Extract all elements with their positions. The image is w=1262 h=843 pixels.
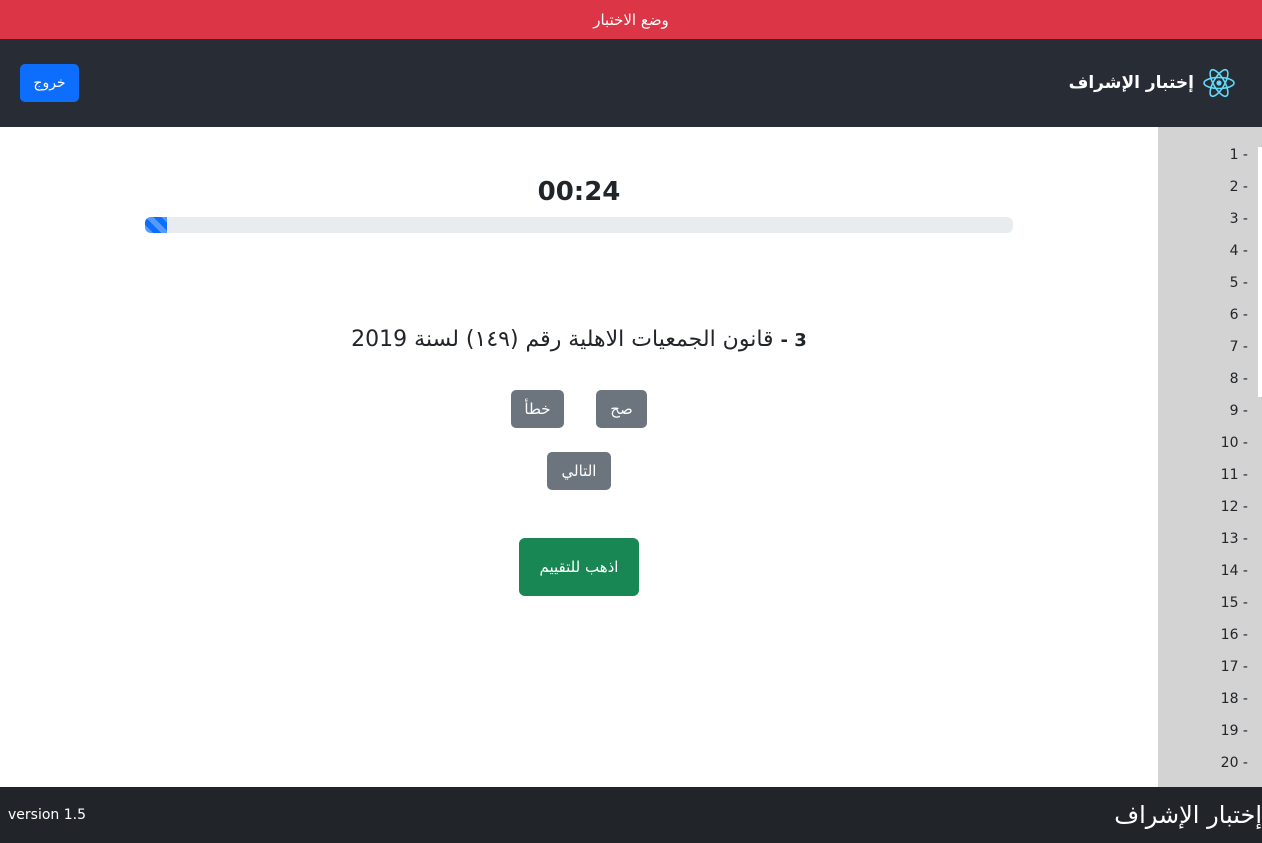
time-progress-bar xyxy=(145,217,1013,233)
sidebar-question-item[interactable]: 12 - xyxy=(1174,491,1254,523)
sidebar-question-item[interactable]: 19 - xyxy=(1174,715,1254,747)
logout-button[interactable]: خروج xyxy=(20,64,79,102)
version-label: version 1.5 xyxy=(8,807,86,823)
sidebar-question-item[interactable]: 16 - xyxy=(1174,619,1254,651)
sidebar-question-item[interactable]: 1 - xyxy=(1174,139,1254,171)
next-question-button[interactable]: التالي xyxy=(547,452,611,490)
sidebar-question-item[interactable]: 14 - xyxy=(1174,555,1254,587)
sidebar-question-item[interactable]: 18 - xyxy=(1174,683,1254,715)
brand-title: إختبار الإشراف xyxy=(1068,73,1194,93)
exam-mode-text: وضع الاختبار xyxy=(593,10,669,29)
quiz-main-area: 00:24 3 - قانون الجمعيات الاهلية رقم (١٤… xyxy=(0,127,1158,787)
footer: version 1.5 إختبار الإشراف xyxy=(0,787,1262,843)
sidebar-question-item[interactable]: 8 - xyxy=(1174,363,1254,395)
sidebar-question-item[interactable]: 7 - xyxy=(1174,331,1254,363)
sidebar-question-item[interactable]: 20 - xyxy=(1174,747,1254,779)
footer-brand: إختبار الإشراف xyxy=(1114,801,1262,829)
sidebar-scrollbar[interactable] xyxy=(1258,147,1262,397)
sidebar-question-item[interactable]: 13 - xyxy=(1174,523,1254,555)
sidebar-question-item[interactable]: 17 - xyxy=(1174,651,1254,683)
sidebar-question-item[interactable]: 15 - xyxy=(1174,587,1254,619)
sidebar-question-item[interactable]: 9 - xyxy=(1174,395,1254,427)
question-number: 3 - xyxy=(780,330,807,351)
sidebar-question-item[interactable]: 3 - xyxy=(1174,203,1254,235)
question-list: 1 -2 -3 -4 -5 -6 -7 -8 -9 -10 -11 -12 -1… xyxy=(1174,139,1254,779)
go-to-evaluation-button[interactable]: اذهب للتقييم xyxy=(519,538,639,596)
question-list-sidebar: 1 -2 -3 -4 -5 -6 -7 -8 -9 -10 -11 -12 -1… xyxy=(1158,127,1262,787)
sidebar-question-item[interactable]: 11 - xyxy=(1174,459,1254,491)
navbar-brand[interactable]: إختبار الإشراف xyxy=(1069,67,1236,99)
react-atom-icon xyxy=(1203,68,1235,98)
time-progress-fill xyxy=(145,217,167,233)
exam-mode-banner: وضع الاختبار xyxy=(0,0,1262,39)
sidebar-question-item[interactable]: 6 - xyxy=(1174,299,1254,331)
sidebar-question-item[interactable]: 5 - xyxy=(1174,267,1254,299)
question-text: 3 - قانون الجمعيات الاهلية رقم (١٤٩) لسن… xyxy=(145,327,1013,352)
top-navbar: خروج إختبار الإشراف xyxy=(0,39,1262,127)
sidebar-question-item[interactable]: 10 - xyxy=(1174,427,1254,459)
answer-true-button[interactable]: صح xyxy=(596,390,647,428)
sidebar-question-item[interactable]: 2 - xyxy=(1174,171,1254,203)
sidebar-question-item[interactable]: 4 - xyxy=(1174,235,1254,267)
answer-false-button[interactable]: خطأ xyxy=(511,390,564,428)
countdown-timer: 00:24 xyxy=(537,177,621,207)
question-body: قانون الجمعيات الاهلية رقم (١٤٩) لسنة 20… xyxy=(351,327,774,352)
